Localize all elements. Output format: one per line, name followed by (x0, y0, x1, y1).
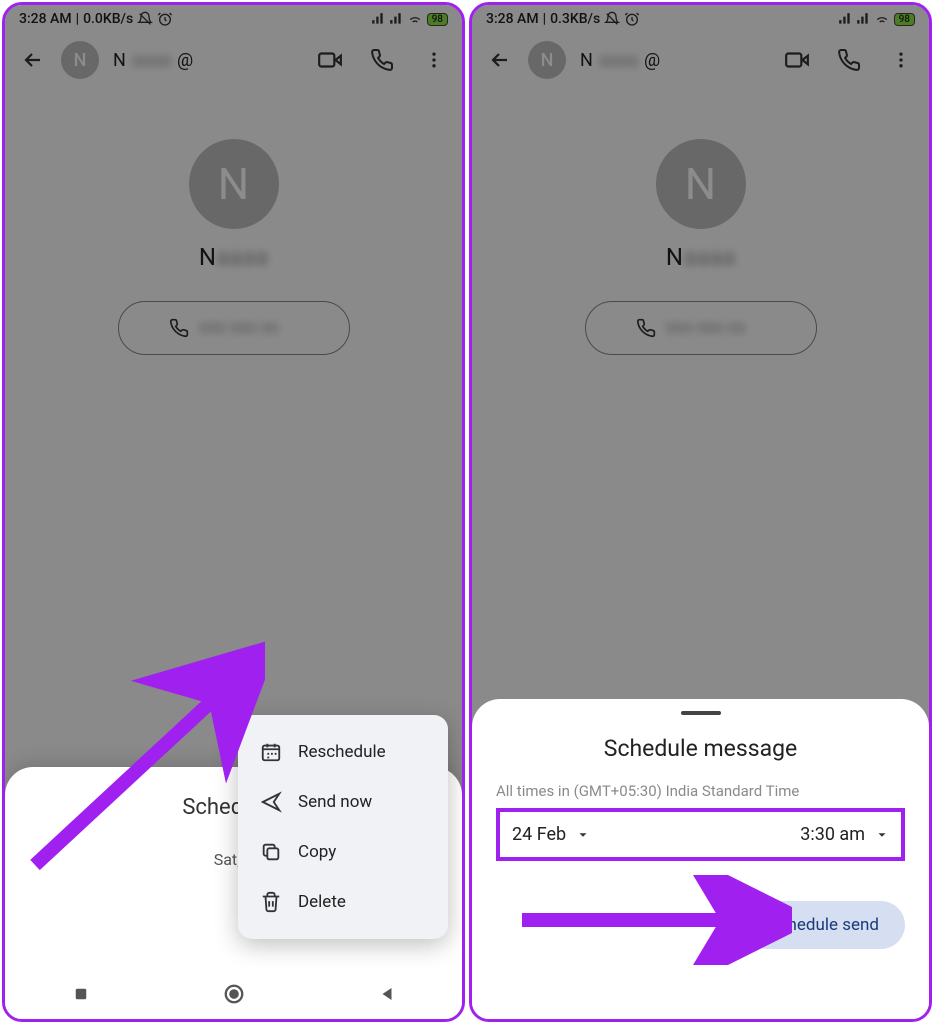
chevron-down-icon (875, 828, 889, 842)
contact-info: N Naaaa 999 999 99 (5, 89, 462, 375)
schedule-send-button[interactable]: Schedule send (743, 901, 905, 949)
contact-phone-pill[interactable]: 999 999 99 (118, 301, 350, 355)
chevron-down-icon (576, 828, 590, 842)
video-call-button[interactable] (783, 46, 811, 74)
phone-right: 3:28 AM | 0.3KB/s 98 (469, 2, 932, 1022)
contact-name-header[interactable]: Naaaa @ (113, 50, 193, 71)
alarm-icon (624, 11, 640, 27)
call-button[interactable] (835, 46, 863, 74)
video-call-button[interactable] (316, 46, 344, 74)
menu-copy[interactable]: Copy (242, 827, 444, 877)
more-button[interactable] (420, 46, 448, 74)
send-icon (260, 791, 282, 813)
contact-name-header[interactable]: Naaaa @ (580, 50, 660, 71)
nav-bar (5, 969, 462, 1019)
back-button[interactable] (19, 46, 47, 74)
contact-info: N Naaaa 999 999 99 (472, 89, 929, 375)
status-time: 3:28 AM (486, 11, 539, 27)
calendar-icon (260, 741, 282, 763)
trash-icon (260, 891, 282, 913)
status-bar: 3:28 AM | 0.3KB/s 98 (472, 5, 929, 31)
datetime-row: 24 Feb 3:30 am (496, 808, 905, 861)
signal-icon (389, 12, 403, 26)
battery-icon: 98 (427, 13, 448, 26)
conversation-header: N Naaaa @ (472, 31, 929, 89)
nav-back[interactable] (378, 985, 396, 1003)
avatar-large: N (656, 139, 746, 229)
nav-home[interactable] (223, 983, 245, 1005)
signal-icon (856, 12, 870, 26)
conversation-header: N Naaaa @ (5, 31, 462, 89)
wifi-icon (874, 11, 890, 27)
schedule-sheet: Schedule message All times in (GMT+05:30… (472, 699, 929, 1019)
back-button[interactable] (486, 46, 514, 74)
status-time: 3:28 AM (19, 11, 72, 27)
timezone-note: All times in (GMT+05:30) India Standard … (496, 782, 905, 800)
status-net: 0.3KB/s (550, 11, 600, 27)
contact-name: Naaaa (666, 243, 735, 271)
date-picker[interactable]: 24 Feb (512, 824, 590, 845)
dnd-icon (604, 11, 620, 27)
contact-name: Naaaa (199, 243, 268, 271)
contact-phone-pill[interactable]: 999 999 99 (585, 301, 817, 355)
wifi-icon (407, 11, 423, 27)
more-button[interactable] (887, 46, 915, 74)
phone-left: 3:28 AM | 0.0KB/s 98 (2, 2, 465, 1022)
signal-icon (371, 12, 385, 26)
menu-delete[interactable]: Delete (242, 877, 444, 927)
status-net: 0.0KB/s (83, 11, 133, 27)
call-button[interactable] (368, 46, 396, 74)
time-picker[interactable]: 3:30 am (800, 824, 889, 845)
nav-recent[interactable] (72, 985, 90, 1003)
status-bar: 3:28 AM | 0.0KB/s 98 (5, 5, 462, 31)
sheet-grabber[interactable] (681, 711, 721, 715)
avatar-large: N (189, 139, 279, 229)
signal-icon (838, 12, 852, 26)
avatar[interactable]: N (528, 41, 566, 79)
dnd-icon (137, 11, 153, 27)
menu-send-now[interactable]: Send now (242, 777, 444, 827)
sheet-title: Schedule message (496, 735, 905, 762)
context-menu: Reschedule Send now Copy Delete (238, 715, 448, 939)
menu-reschedule[interactable]: Reschedule (242, 727, 444, 777)
copy-icon (260, 841, 282, 863)
avatar[interactable]: N (61, 41, 99, 79)
alarm-icon (157, 11, 173, 27)
battery-icon: 98 (894, 13, 915, 26)
